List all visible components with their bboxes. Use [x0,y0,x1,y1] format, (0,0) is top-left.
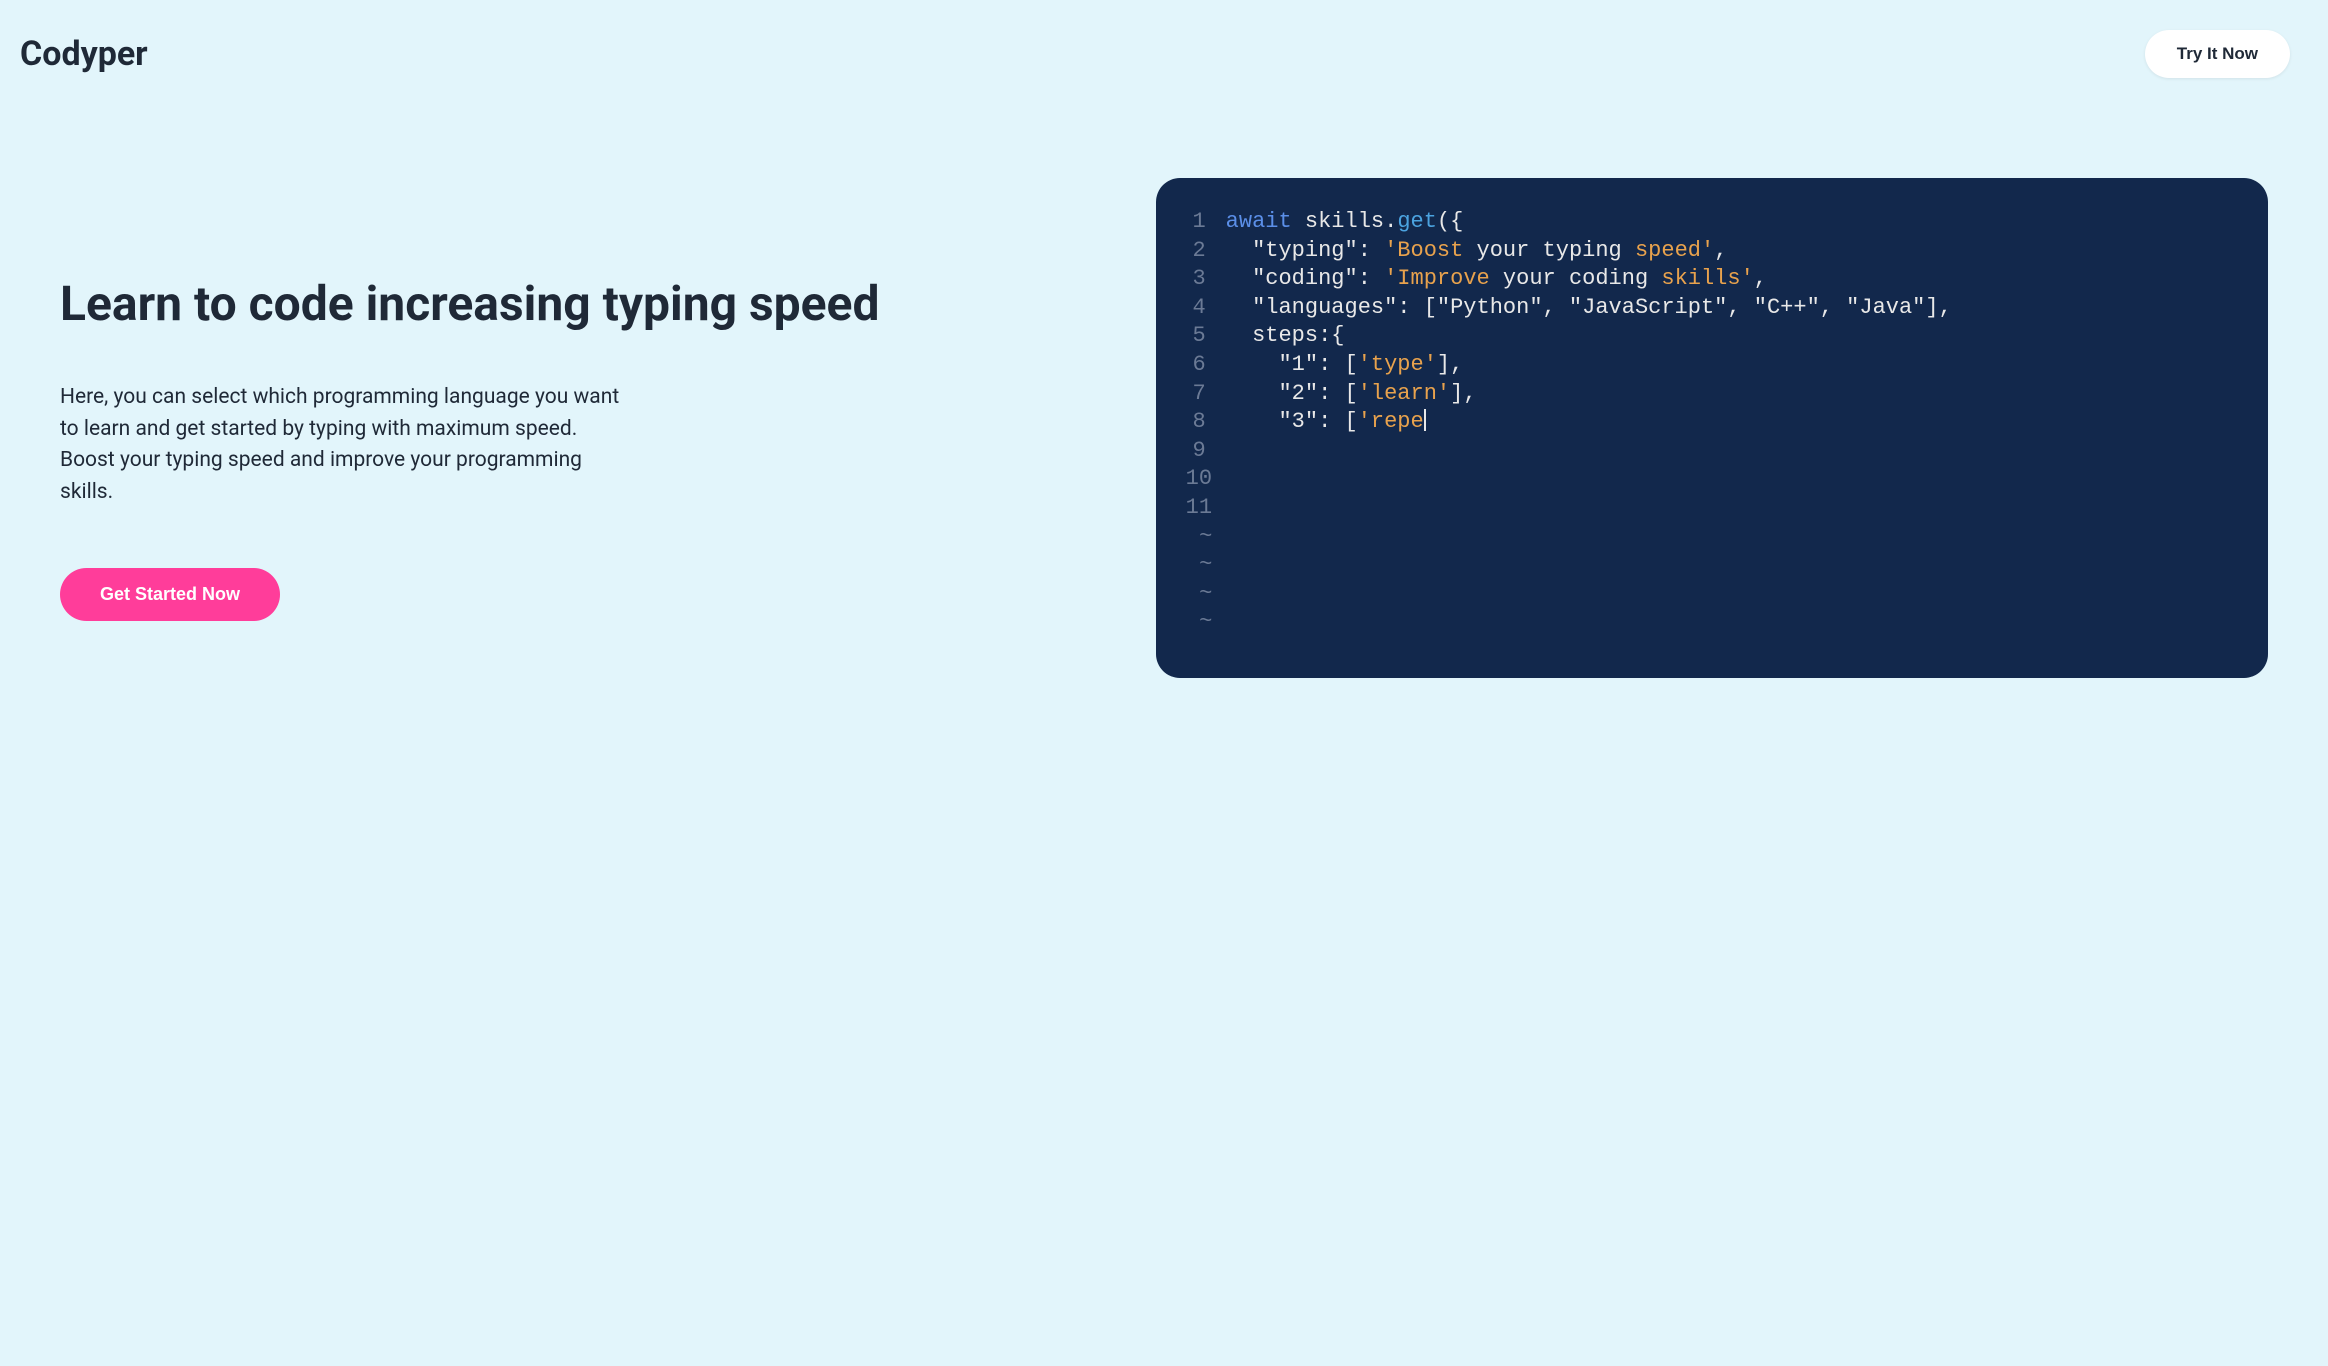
line-number: 7 [1186,380,1226,409]
code-token: "3": [ [1226,409,1358,434]
header: Codyper Try It Now [0,0,2328,78]
code-content: "3": ['repe [1226,408,1426,437]
tilde-icon: ~ [1186,608,1226,637]
code-token: steps:{ [1226,323,1345,348]
code-token: ({ [1437,209,1463,234]
line-number: 3 [1186,265,1226,294]
code-line: 3 "coding": 'Improve your coding skills'… [1186,265,2228,294]
empty-line-tilde: ~ [1186,608,2228,637]
empty-line-tilde: ~ [1186,523,2228,552]
tilde-icon: ~ [1186,580,1226,609]
line-number: 10 [1186,465,1226,494]
try-it-now-button[interactable]: Try It Now [2145,30,2290,78]
line-number: 1 [1186,208,1226,237]
code-content [1226,437,1239,466]
line-number: 8 [1186,408,1226,437]
code-token: speed' [1635,238,1714,263]
code-line: 8 "3": ['repe [1186,408,2228,437]
code-content: "1": ['type'], [1226,351,1464,380]
code-line: 9 [1186,437,2228,466]
code-token: , [1754,266,1767,291]
code-token: 'repe [1358,409,1424,434]
code-token: "1": [ [1226,352,1358,377]
tilde-icon: ~ [1186,523,1226,552]
code-token: , [1714,238,1727,263]
line-number: 6 [1186,351,1226,380]
code-content [1226,494,1239,523]
code-content: "coding": 'Improve your coding skills', [1226,265,1767,294]
empty-line-tilde: ~ [1186,551,2228,580]
code-editor: 1await skills.get({2 "typing": 'Boost yo… [1156,178,2268,678]
get-started-button[interactable]: Get Started Now [60,568,280,621]
code-line: 11 [1186,494,2228,523]
code-token: 'type' [1358,352,1437,377]
code-line: 5 steps:{ [1186,322,2228,351]
hero-section: Learn to code increasing typing speed He… [0,78,2328,738]
code-token: "typing": [1226,238,1384,263]
line-number: 9 [1186,437,1226,466]
code-token: "2": [ [1226,381,1358,406]
text-cursor-icon [1424,409,1426,431]
line-number: 4 [1186,294,1226,323]
code-token: 'Boost [1384,238,1463,263]
code-content [1226,465,1239,494]
code-line: 7 "2": ['learn'], [1186,380,2228,409]
code-content: "typing": 'Boost your typing speed', [1226,237,1728,266]
code-content: "2": ['learn'], [1226,380,1477,409]
code-token: get [1397,209,1437,234]
code-line: 6 "1": ['type'], [1186,351,2228,380]
hero-code-column: 1await skills.get({2 "typing": 'Boost yo… [1156,178,2268,678]
code-line: 1await skills.get({ [1186,208,2228,237]
code-token: "languages": ["Python", "JavaScript", "C… [1226,295,1952,320]
code-token: skills. [1292,209,1398,234]
code-content: steps:{ [1226,322,1345,351]
code-token: 'learn' [1358,381,1450,406]
code-token: ], [1450,381,1476,406]
hero-description: Here, you can select which programming l… [60,382,620,508]
line-number: 5 [1186,322,1226,351]
empty-line-tilde: ~ [1186,580,2228,609]
code-token: 'Improve [1384,266,1490,291]
code-token: your coding [1490,266,1662,291]
logo: Codyper [20,34,148,74]
hero-text-column: Learn to code increasing typing speed He… [60,235,1076,622]
code-line: 10 [1186,465,2228,494]
tilde-icon: ~ [1186,551,1226,580]
code-content: "languages": ["Python", "JavaScript", "C… [1226,294,1952,323]
line-number: 11 [1186,494,1226,523]
hero-title: Learn to code increasing typing speed [60,275,1076,333]
code-line: 2 "typing": 'Boost your typing speed', [1186,237,2228,266]
code-token: skills' [1661,266,1753,291]
code-token: your typing [1463,238,1635,263]
code-token: await [1226,209,1292,234]
code-token: ], [1437,352,1463,377]
line-number: 2 [1186,237,1226,266]
code-content: await skills.get({ [1226,208,1464,237]
code-line: 4 "languages": ["Python", "JavaScript", … [1186,294,2228,323]
code-token: "coding": [1226,266,1384,291]
